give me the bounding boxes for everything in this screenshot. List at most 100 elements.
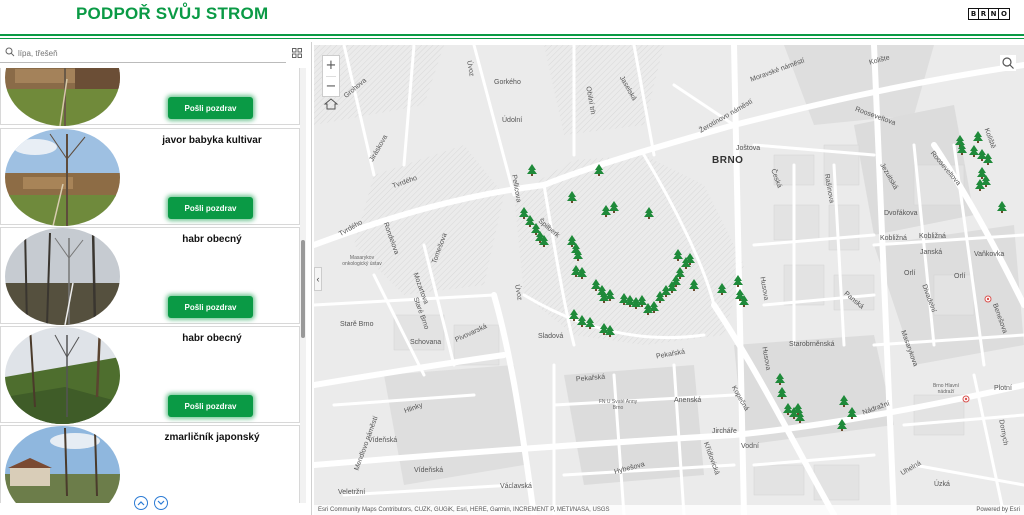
tree-marker-icon[interactable] [847, 407, 857, 419]
tree-name: habr obecný [182, 333, 242, 344]
send-greeting-button[interactable]: Pošli pozdrav [168, 197, 253, 219]
app-root: PODPOŘ SVŮJ STROM B R N O lípa, třešeň P… [0, 0, 1024, 515]
search-input[interactable] [18, 45, 276, 61]
tree-marker-icon[interactable] [609, 201, 619, 213]
send-greeting-button[interactable]: Pošli pozdrav [168, 395, 253, 417]
street-label: Údolní [502, 117, 523, 124]
brno-logo[interactable]: B R N O [968, 8, 1010, 20]
street-label: Orlí [904, 270, 916, 277]
poi-marker-icon[interactable] [962, 395, 970, 403]
list-item[interactable]: habr obecný Pošli pozdrav [0, 326, 300, 424]
list-scrollbar[interactable] [300, 68, 306, 503]
tree-list-panel: Pošli pozdrav [0, 42, 312, 515]
photo-house [5, 426, 120, 503]
tree-marker-icon[interactable] [685, 253, 695, 265]
zoom-in-button[interactable]: + [323, 56, 339, 76]
search-underline [0, 62, 286, 63]
powered-by-esri[interactable]: Powered by Esri [976, 505, 1020, 515]
tree-marker-icon[interactable] [573, 249, 583, 261]
street-label: Plotní [994, 385, 1012, 392]
list-item[interactable]: zmarličník japonský [0, 425, 300, 503]
attribution-text: Esri Community Maps Contributors, CUZK, … [318, 507, 610, 513]
street-label: Václavská [500, 483, 532, 490]
header: PODPOŘ SVŮJ STROM B R N O [0, 0, 1024, 34]
street-label: Joštova [736, 145, 761, 152]
tree-list: Pošli pozdrav javor babyka kultivar Pošl… [0, 68, 300, 503]
poi-label: FN U Svaté Anny Brno [598, 399, 638, 411]
chevron-up-icon[interactable] [134, 496, 148, 510]
tree-marker-icon[interactable] [605, 289, 615, 301]
tree-marker-icon[interactable] [975, 179, 985, 191]
search-icon [5, 47, 15, 57]
street-label: Vídeňská [368, 437, 398, 444]
street-label: Kobližná [880, 235, 907, 242]
logo-letter: R [979, 9, 989, 19]
list-item[interactable]: Pošli pozdrav [0, 68, 300, 126]
street-label: Anenská [674, 397, 702, 404]
tree-marker-icon[interactable] [527, 164, 537, 176]
poi-label: Brno Hlavní nádraží [932, 383, 960, 395]
street-label: Vodní [741, 443, 759, 450]
tree-marker-icon[interactable] [644, 207, 654, 219]
chevron-left-icon[interactable]: ‹ [314, 267, 322, 291]
send-greeting-button[interactable]: Pošli pozdrav [168, 97, 253, 119]
tree-name: zmarličník japonský [164, 432, 260, 443]
tree-marker-icon[interactable] [739, 295, 749, 307]
street-label: Jircháře [712, 428, 737, 435]
tree-marker-icon[interactable] [775, 373, 785, 385]
tree-marker-icon[interactable] [594, 164, 604, 176]
tree-marker-icon[interactable] [733, 275, 743, 287]
street-label: Dvořákova [884, 210, 918, 217]
header-divider [0, 34, 1024, 36]
tree-marker-icon[interactable] [793, 403, 803, 415]
street-label: Starě Brno [340, 321, 374, 328]
logo-letter: B [969, 9, 979, 19]
logo-letter: N [989, 9, 999, 19]
tree-marker-icon[interactable] [837, 419, 847, 431]
photo-bare-trees [5, 228, 120, 325]
street-label: Starobrněnská [789, 341, 835, 348]
tree-marker-icon[interactable] [577, 267, 587, 279]
poi-label: Masarykov onkologický ústav [342, 255, 382, 267]
tree-marker-icon[interactable] [973, 131, 983, 143]
list-item[interactable]: javor babyka kultivar Pošli pozdrav [0, 128, 300, 226]
street-label: Schovana [410, 339, 442, 346]
tree-marker-icon[interactable] [585, 317, 595, 329]
map-view[interactable]: BRNO Grohova Úvoz Gorkého Jaselská Morav… [314, 45, 1024, 515]
tree-marker-icon[interactable] [539, 235, 549, 247]
home-icon[interactable] [322, 97, 340, 111]
list-pager [134, 496, 174, 512]
logo-letter: O [1001, 10, 1007, 18]
street-label: Orlí [954, 273, 966, 280]
tree-marker-icon[interactable] [605, 325, 615, 337]
header-divider-thin [0, 38, 1024, 39]
tree-marker-icon[interactable] [673, 249, 683, 261]
tree-marker-icon[interactable] [567, 191, 577, 203]
street-label: Veletržní [338, 489, 366, 496]
zoom-out-button[interactable]: − [323, 77, 339, 97]
poi-marker-icon[interactable] [984, 295, 992, 303]
chevron-down-icon[interactable] [154, 496, 168, 510]
search-bar [0, 42, 312, 64]
photo-fortress-wall [5, 68, 120, 126]
grid-icon[interactable] [292, 48, 302, 58]
page-title: PODPOŘ SVŮJ STROM [76, 4, 269, 23]
tree-marker-icon[interactable] [839, 395, 849, 407]
street-label: Gorkého [494, 79, 521, 86]
photo-fortress-wall [5, 129, 120, 226]
street-label: Kobližná [919, 233, 946, 240]
photo-slope-trees [5, 327, 120, 424]
scroll-thumb[interactable] [301, 240, 305, 338]
street-label: Úzká [934, 481, 950, 488]
send-greeting-button[interactable]: Pošli pozdrav [168, 296, 253, 318]
tree-marker-icon[interactable] [689, 279, 699, 291]
tree-marker-icon[interactable] [957, 143, 967, 155]
list-item[interactable]: habr obecný Pošli pozdrav [0, 227, 300, 325]
map-attribution: Esri Community Maps Contributors, CUZK, … [314, 505, 1024, 515]
city-label: BRNO [712, 155, 744, 166]
tree-marker-icon[interactable] [983, 153, 993, 165]
tree-marker-icon[interactable] [777, 387, 787, 399]
tree-marker-icon[interactable] [717, 283, 727, 295]
search-icon[interactable] [1000, 55, 1016, 71]
tree-marker-icon[interactable] [997, 201, 1007, 213]
